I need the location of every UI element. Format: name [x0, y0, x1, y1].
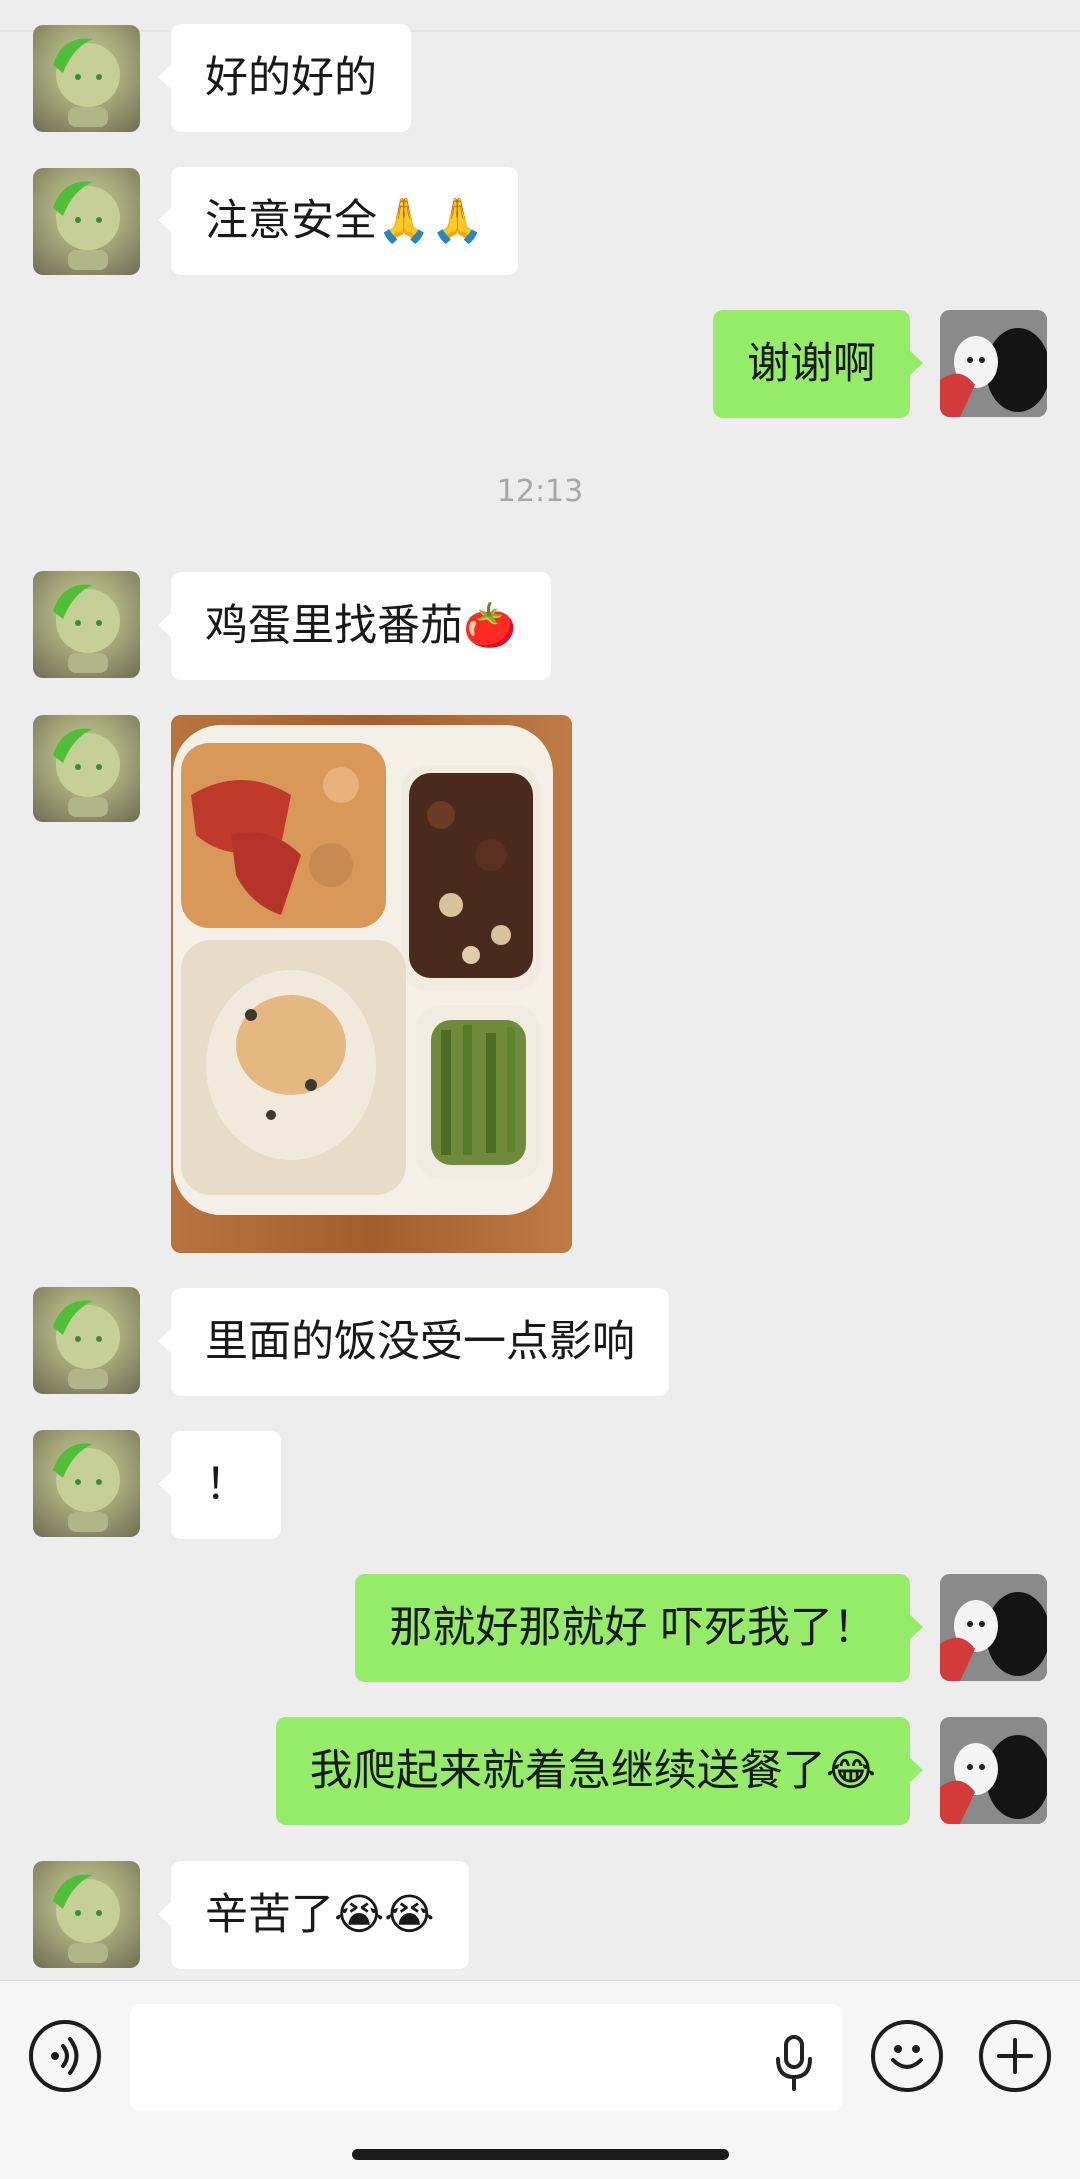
- user-avatar[interactable]: [940, 1574, 1047, 1681]
- plus-icon: [997, 2038, 1033, 2074]
- header-divider: [0, 30, 1080, 32]
- contact-avatar[interactable]: [33, 715, 140, 822]
- message-bubble-sent[interactable]: 那就好那就好 吓死我了！: [355, 1574, 923, 1682]
- food-photo-message[interactable]: [171, 715, 572, 1253]
- message-timestamp: 12:13: [496, 474, 584, 509]
- microphone-icon: [776, 2035, 812, 2091]
- voice-toggle-button[interactable]: [29, 2020, 101, 2092]
- contact-avatar[interactable]: [33, 1861, 140, 1968]
- smiley-face-icon: [891, 2045, 923, 2069]
- emoji-button[interactable]: [871, 2020, 943, 2092]
- message-bubble-sent[interactable]: 我爬起来就着急继续送餐了😂: [275, 1717, 924, 1825]
- message-bubble-received[interactable]: 好的好的: [158, 24, 411, 132]
- user-avatar[interactable]: [940, 310, 1047, 417]
- message-bubble-received[interactable]: ！: [158, 1431, 281, 1539]
- home-indicator[interactable]: [352, 2149, 729, 2160]
- contact-avatar[interactable]: [33, 1287, 140, 1394]
- message-bubble-received[interactable]: 注意安全🙏🙏: [157, 167, 519, 275]
- message-bubble-received[interactable]: 鸡蛋里找番茄🍅: [158, 572, 551, 680]
- message-bubble-received[interactable]: 里面的饭没受一点影响: [158, 1288, 669, 1396]
- contact-avatar[interactable]: [33, 1430, 140, 1537]
- user-avatar[interactable]: [940, 1717, 1047, 1824]
- more-options-button[interactable]: [979, 2020, 1051, 2092]
- chat-area[interactable]: 好的好的 注意安全🙏🙏 谢谢啊 12:13 鸡蛋里找番茄🍅 里面的饭没受一点影响…: [0, 0, 1080, 1980]
- message-input[interactable]: [130, 2004, 842, 2111]
- contact-avatar[interactable]: [33, 25, 140, 132]
- voice-wave-icon: [51, 2037, 79, 2075]
- message-bubble-received[interactable]: 辛苦了😭😭: [158, 1861, 469, 1969]
- contact-avatar[interactable]: [33, 571, 140, 678]
- voice-input-button[interactable]: [773, 2035, 815, 2091]
- contact-avatar[interactable]: [33, 168, 140, 275]
- message-bubble-sent[interactable]: 谢谢啊: [713, 310, 923, 418]
